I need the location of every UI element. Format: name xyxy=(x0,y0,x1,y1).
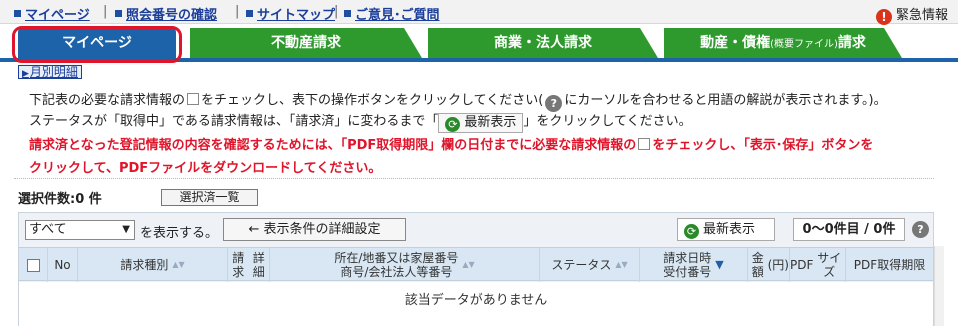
result-range: 0～0件目 / 0件 xyxy=(793,218,905,241)
square-bullet-icon xyxy=(246,10,253,17)
display-filter-select[interactable]: すべて ▼ xyxy=(25,220,135,240)
col-pdf-deadline: PDF 取得期限 xyxy=(845,248,933,282)
sort-icon: ▲▼ xyxy=(615,260,628,269)
monthly-detail-link[interactable]: ▶月別明細 xyxy=(18,65,82,79)
alert-icon: ! xyxy=(875,9,892,25)
selected-count: 選択件数:0 件 xyxy=(18,192,102,207)
instruction-line-1: 下記表の必要な請求情報の をチェックし、表下の操作ボタンをクリックしてください(?… xyxy=(29,93,887,112)
emergency-info-link[interactable]: ! 緊急情報 xyxy=(875,4,948,25)
selected-list-button[interactable]: 選択済一覧 xyxy=(161,189,258,206)
col-request-detail: 請求 詳細 xyxy=(227,248,269,282)
tab-real-estate[interactable]: 不動産請求 xyxy=(190,28,422,58)
sort-desc-icon: ▼ xyxy=(715,258,724,271)
refresh-button[interactable]: ⟳ 最新表示 xyxy=(677,218,775,241)
active-tab-highlight xyxy=(12,26,182,63)
col-request-date[interactable]: 請求日時 受付番号 ▼ xyxy=(639,248,747,282)
instruction-line-2: ステータスが「取得中」である請求情報は、「請求済」に変わるまで「 ⟳ 最新表示 」をク… xyxy=(29,113,692,133)
help-icon[interactable]: ? xyxy=(912,221,929,238)
checkbox-icon xyxy=(638,138,651,150)
nav-link-reference-number[interactable]: 照会番号の確認 xyxy=(115,4,217,23)
sort-icon: ▲▼ xyxy=(462,260,475,269)
scrollbar[interactable] xyxy=(934,246,944,326)
divider xyxy=(14,178,934,179)
header-select-all[interactable] xyxy=(19,248,47,282)
sort-icon: ▲▼ xyxy=(172,260,185,269)
col-request-type[interactable]: 請求種別 ▲▼ xyxy=(77,248,227,282)
nav-separator: | xyxy=(103,4,108,19)
col-status[interactable]: ステータス ▲▼ xyxy=(539,248,639,282)
nav-link-sitemap[interactable]: サイトマップ xyxy=(246,4,335,23)
nav-separator: | xyxy=(334,4,339,19)
col-no: No xyxy=(47,248,77,282)
nav-link-feedback[interactable]: ご意見･ご質問 xyxy=(344,4,440,23)
nav-separator: | xyxy=(235,4,240,19)
square-bullet-icon xyxy=(115,10,122,17)
warning-line-2: クリックして、PDFファイルをダウンロードしてください。 xyxy=(29,161,382,176)
refresh-icon: ⟳ xyxy=(445,117,461,132)
empty-message: 該当データがありません xyxy=(19,282,933,326)
table-header: No 請求種別 ▲▼ 請求 詳細 所在/地番又は家屋番号 商号/会社法人等番号 ▲▼ ス… xyxy=(19,247,933,282)
nav-link-mypage[interactable]: マイページ xyxy=(14,4,90,23)
refresh-icon: ⟳ xyxy=(684,224,699,239)
chevron-down-icon: ▼ xyxy=(122,224,130,235)
square-bullet-icon xyxy=(344,10,351,17)
detail-conditions-button[interactable]: ← 表示条件の詳細設定 xyxy=(223,218,406,241)
col-amount: 金額 (円) xyxy=(747,248,789,282)
checkbox-icon xyxy=(187,93,200,105)
results-panel: すべて ▼ を表示する。 ← 表示条件の詳細設定 ⟳ 最新表示 0～0件目 / 0件… xyxy=(18,212,934,326)
select-all-checkbox[interactable] xyxy=(26,258,40,272)
col-pdf-size: PDF サイズ xyxy=(789,248,845,282)
display-suffix: を表示する。 xyxy=(140,226,219,241)
inline-refresh-label: ⟳ 最新表示 xyxy=(438,113,524,133)
warning-line-1: 請求済となった登記情報の内容を確認するためには、「PDF取得期限」欄の日付までに… xyxy=(29,138,874,153)
tab-commercial[interactable]: 商業・法人請求 xyxy=(428,28,658,58)
col-location[interactable]: 所在/地番又は家屋番号 商号/会社法人等番号 ▲▼ xyxy=(269,248,539,282)
square-bullet-icon xyxy=(14,10,21,17)
top-nav: マイページ | 照会番号の確認 | サイトマップ | ご意見･ご質問 ! 緊急情報 xyxy=(0,0,958,25)
tab-movables[interactable]: 動産・債権(概要ファイル)請求 xyxy=(664,28,902,58)
play-triangle-icon: ▶ xyxy=(22,69,29,79)
